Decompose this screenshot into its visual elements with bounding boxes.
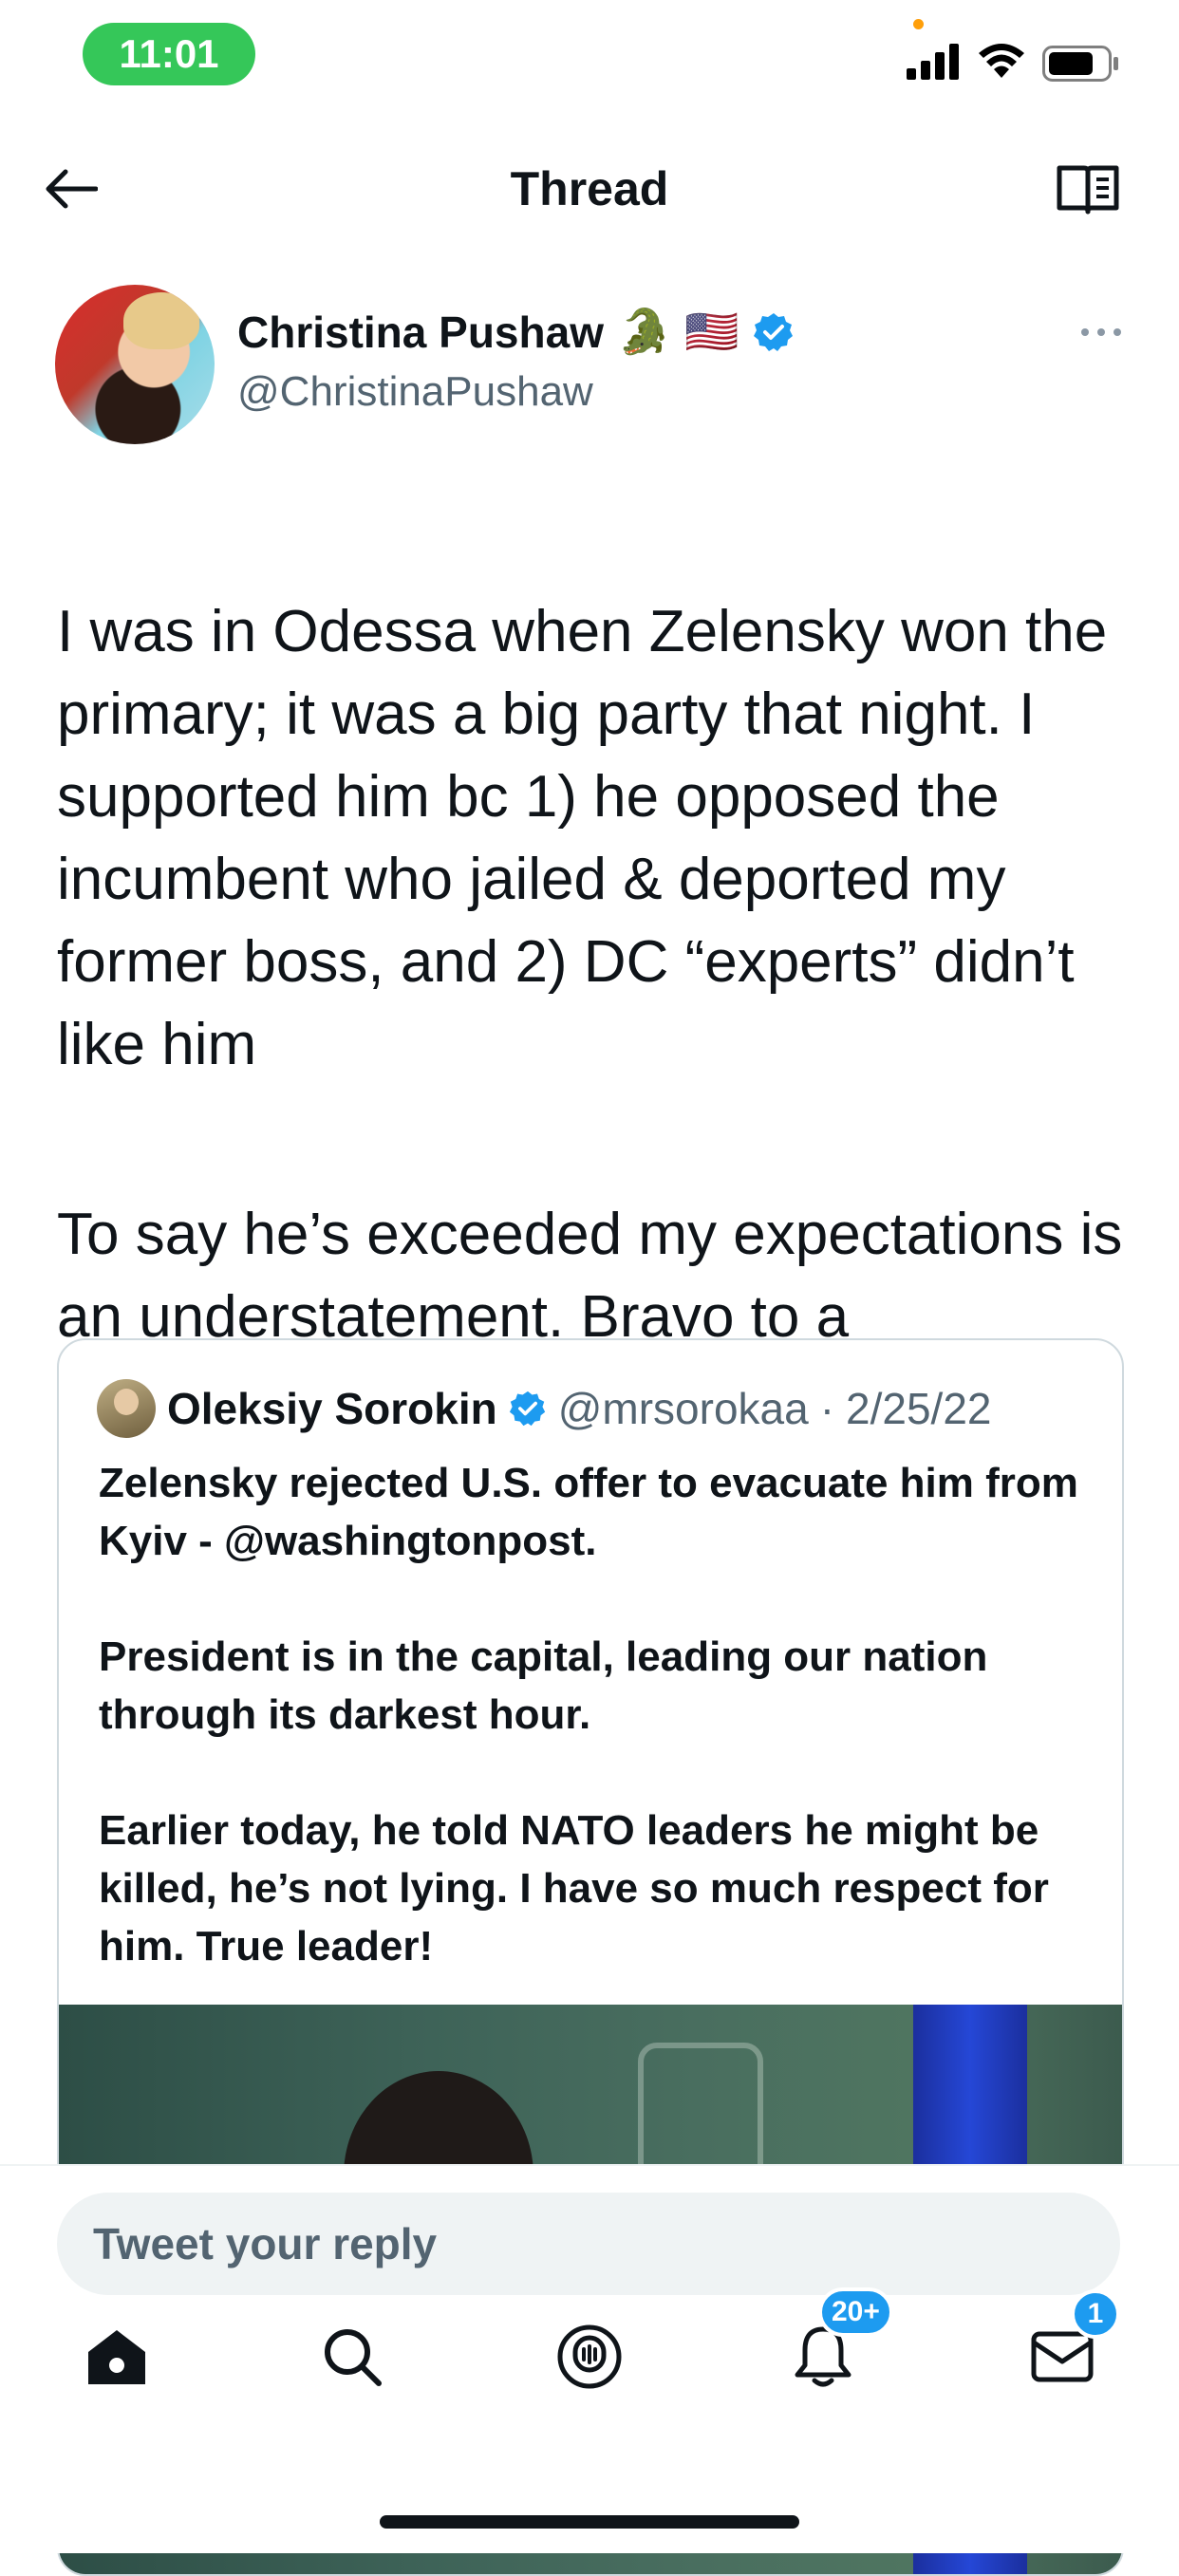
quoted-date: 2/25/22 xyxy=(846,1384,992,1433)
author-handle[interactable]: @ChristinaPushaw xyxy=(237,368,593,416)
author-name-row[interactable]: Christina Pushaw 🐊 🇺🇸 xyxy=(237,306,795,358)
book-icon xyxy=(1057,165,1119,215)
quoted-separator: · xyxy=(819,1384,835,1433)
reader-mode-button[interactable] xyxy=(1050,154,1126,224)
quoted-paragraph: President is in the capital, leading our… xyxy=(99,1633,988,1738)
quoted-paragraph: Earlier today, he told NATO leaders he m… xyxy=(99,1807,1049,1969)
quoted-paragraph: Zelensky rejected U.S. offer to evacuate… xyxy=(99,1460,1078,1564)
quoted-tweet-body: Zelensky rejected U.S. offer to evacuate… xyxy=(99,1454,1086,2033)
more-dots-icon xyxy=(1081,328,1121,336)
author-name: Christina Pushaw xyxy=(237,307,604,357)
search-icon xyxy=(325,2329,382,2386)
tab-search[interactable] xyxy=(309,2314,395,2399)
mail-icon xyxy=(1031,2331,1094,2382)
notifications-badge: 20+ xyxy=(818,2287,893,2337)
top-nav-bar: Thread xyxy=(0,133,1179,247)
author-emoji: 🐊 xyxy=(616,307,672,356)
battery-icon xyxy=(1042,46,1118,82)
status-time: 11:01 xyxy=(83,23,255,85)
quoted-author-handle: @mrsorokaa xyxy=(557,1384,809,1433)
reply-input[interactable]: Tweet your reply xyxy=(57,2193,1120,2295)
page-title: Thread xyxy=(510,162,669,215)
tab-home[interactable] xyxy=(74,2314,159,2399)
status-bar: 11:01 xyxy=(0,0,1179,114)
tab-messages[interactable]: 1 xyxy=(1020,2289,1120,2399)
bottom-tab-bar: 20+ 1 xyxy=(0,2287,1179,2430)
home-indicator xyxy=(380,2515,799,2529)
tab-spaces[interactable] xyxy=(547,2314,632,2399)
verified-badge-icon xyxy=(753,312,793,351)
quoted-author-name: Oleksiy Sorokin xyxy=(167,1384,497,1433)
author-flag: 🇺🇸 xyxy=(684,307,739,356)
quoted-tweet-header: Oleksiy Sorokin @mrsorokaa · 2/25/22 xyxy=(97,1378,992,1439)
spaces-microphone-icon xyxy=(557,2324,622,2389)
more-options-button[interactable] xyxy=(1073,313,1130,351)
tweet-paragraph: I was in Odessa when Zelensky won the pr… xyxy=(57,599,1108,1077)
author-avatar[interactable] xyxy=(55,285,215,444)
verified-badge-icon xyxy=(509,1391,545,1427)
cellular-signal-icon xyxy=(907,44,959,80)
messages-badge: 1 xyxy=(1071,2289,1120,2339)
quoted-author-avatar xyxy=(97,1379,156,1438)
privacy-indicator xyxy=(913,19,924,29)
tab-notifications[interactable]: 20+ xyxy=(780,2287,893,2399)
wifi-icon xyxy=(979,44,1024,78)
home-icon xyxy=(88,2330,145,2384)
